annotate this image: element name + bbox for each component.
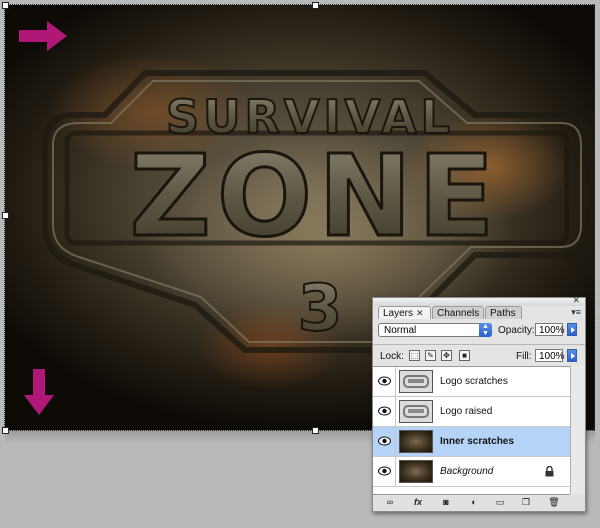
close-icon[interactable]: ✕ bbox=[572, 295, 580, 306]
eye-icon bbox=[378, 436, 391, 446]
lock-image-icon[interactable]: ✎ bbox=[425, 350, 436, 361]
tab-paths[interactable]: Paths bbox=[485, 306, 522, 319]
chevron-updown-icon: ▲ ▼ bbox=[479, 323, 492, 337]
fill-value: 100% bbox=[539, 351, 565, 362]
transform-handle[interactable] bbox=[312, 2, 319, 9]
fx-icon[interactable]: fx bbox=[409, 496, 427, 508]
close-icon[interactable]: ✕ bbox=[416, 308, 424, 318]
trash-icon[interactable]: 🗑 bbox=[545, 496, 563, 508]
lock-position-icon[interactable]: ✥ bbox=[441, 350, 452, 361]
folder-icon[interactable]: ▭ bbox=[491, 496, 509, 508]
layer-thumbnail bbox=[399, 460, 433, 483]
layer-name: Logo scratches bbox=[440, 376, 508, 387]
opacity-field[interactable]: 100% bbox=[535, 323, 565, 336]
layers-panel: ✕ Layers ✕ Channels Paths ▾≡ Normal ▲ ▼ Op… bbox=[372, 295, 586, 512]
tab-paths-label: Paths bbox=[490, 308, 516, 319]
transform-handle[interactable] bbox=[312, 427, 319, 434]
layer-thumbnail bbox=[399, 400, 433, 423]
lock-all-icon[interactable]: ■ bbox=[459, 350, 470, 361]
layer-row[interactable]: Background bbox=[373, 457, 570, 487]
panel-menu-icon[interactable]: ▾≡ bbox=[571, 307, 581, 318]
title-number: 3 bbox=[298, 272, 343, 346]
layer-row[interactable]: Logo raised bbox=[373, 397, 570, 427]
fill-slider-button[interactable] bbox=[567, 349, 577, 362]
lock-transparency-icon[interactable]: ⬚ bbox=[409, 350, 420, 361]
visibility-toggle[interactable] bbox=[373, 397, 396, 426]
layers-list: Logo scratches Logo raised Inner scratch… bbox=[373, 366, 570, 495]
layer-name: Logo raised bbox=[440, 406, 493, 417]
new-layer-icon[interactable]: ❐ bbox=[517, 496, 535, 508]
panel-title-bar[interactable]: ✕ bbox=[373, 295, 585, 306]
blend-mode-select[interactable]: Normal ▲ ▼ bbox=[378, 323, 492, 337]
layers-scrollbar[interactable] bbox=[570, 366, 584, 494]
adjustment-icon[interactable]: ◐ bbox=[465, 496, 483, 508]
opacity-slider-button[interactable] bbox=[567, 323, 577, 336]
right-arrow-icon bbox=[19, 21, 67, 51]
layer-thumbnail bbox=[399, 370, 433, 393]
fill-field[interactable]: 100% bbox=[535, 349, 565, 362]
lock-icon bbox=[545, 466, 554, 477]
tab-channels-label: Channels bbox=[437, 308, 480, 319]
divider bbox=[373, 344, 585, 345]
fill-label: Fill: bbox=[516, 351, 532, 362]
layer-row[interactable]: Logo scratches bbox=[373, 367, 570, 397]
tab-channels[interactable]: Channels bbox=[432, 306, 484, 319]
visibility-toggle[interactable] bbox=[373, 367, 396, 396]
panel-tabs: Layers ✕ Channels Paths bbox=[373, 306, 585, 320]
layer-name: Inner scratches bbox=[440, 436, 514, 447]
layer-name: Background bbox=[440, 466, 494, 477]
opacity-value: 100% bbox=[539, 325, 565, 336]
lock-label: Lock: bbox=[380, 351, 404, 362]
layers-bottom-toolbar: ∞ fx ◙ ◐ ▭ ❐ 🗑 bbox=[373, 495, 585, 510]
tab-layers[interactable]: Layers ✕ bbox=[378, 306, 431, 319]
eye-icon bbox=[378, 466, 391, 476]
down-arrow-icon bbox=[24, 369, 54, 415]
link-icon[interactable]: ∞ bbox=[381, 496, 399, 508]
layer-row-selected[interactable]: Inner scratches bbox=[373, 427, 570, 457]
mask-icon[interactable]: ◙ bbox=[437, 496, 455, 508]
layer-thumbnail bbox=[399, 430, 433, 453]
transform-handle[interactable] bbox=[2, 2, 9, 9]
eye-icon bbox=[378, 376, 391, 386]
transform-handle[interactable] bbox=[2, 427, 9, 434]
visibility-toggle[interactable] bbox=[373, 427, 396, 456]
transform-handle[interactable] bbox=[2, 212, 9, 219]
tab-layers-label: Layers bbox=[383, 308, 414, 319]
title-zone: ZONE bbox=[130, 132, 501, 262]
blend-mode-value: Normal bbox=[384, 325, 417, 336]
eye-icon bbox=[378, 406, 391, 416]
opacity-label: Opacity: bbox=[498, 325, 535, 336]
visibility-toggle[interactable] bbox=[373, 457, 396, 486]
